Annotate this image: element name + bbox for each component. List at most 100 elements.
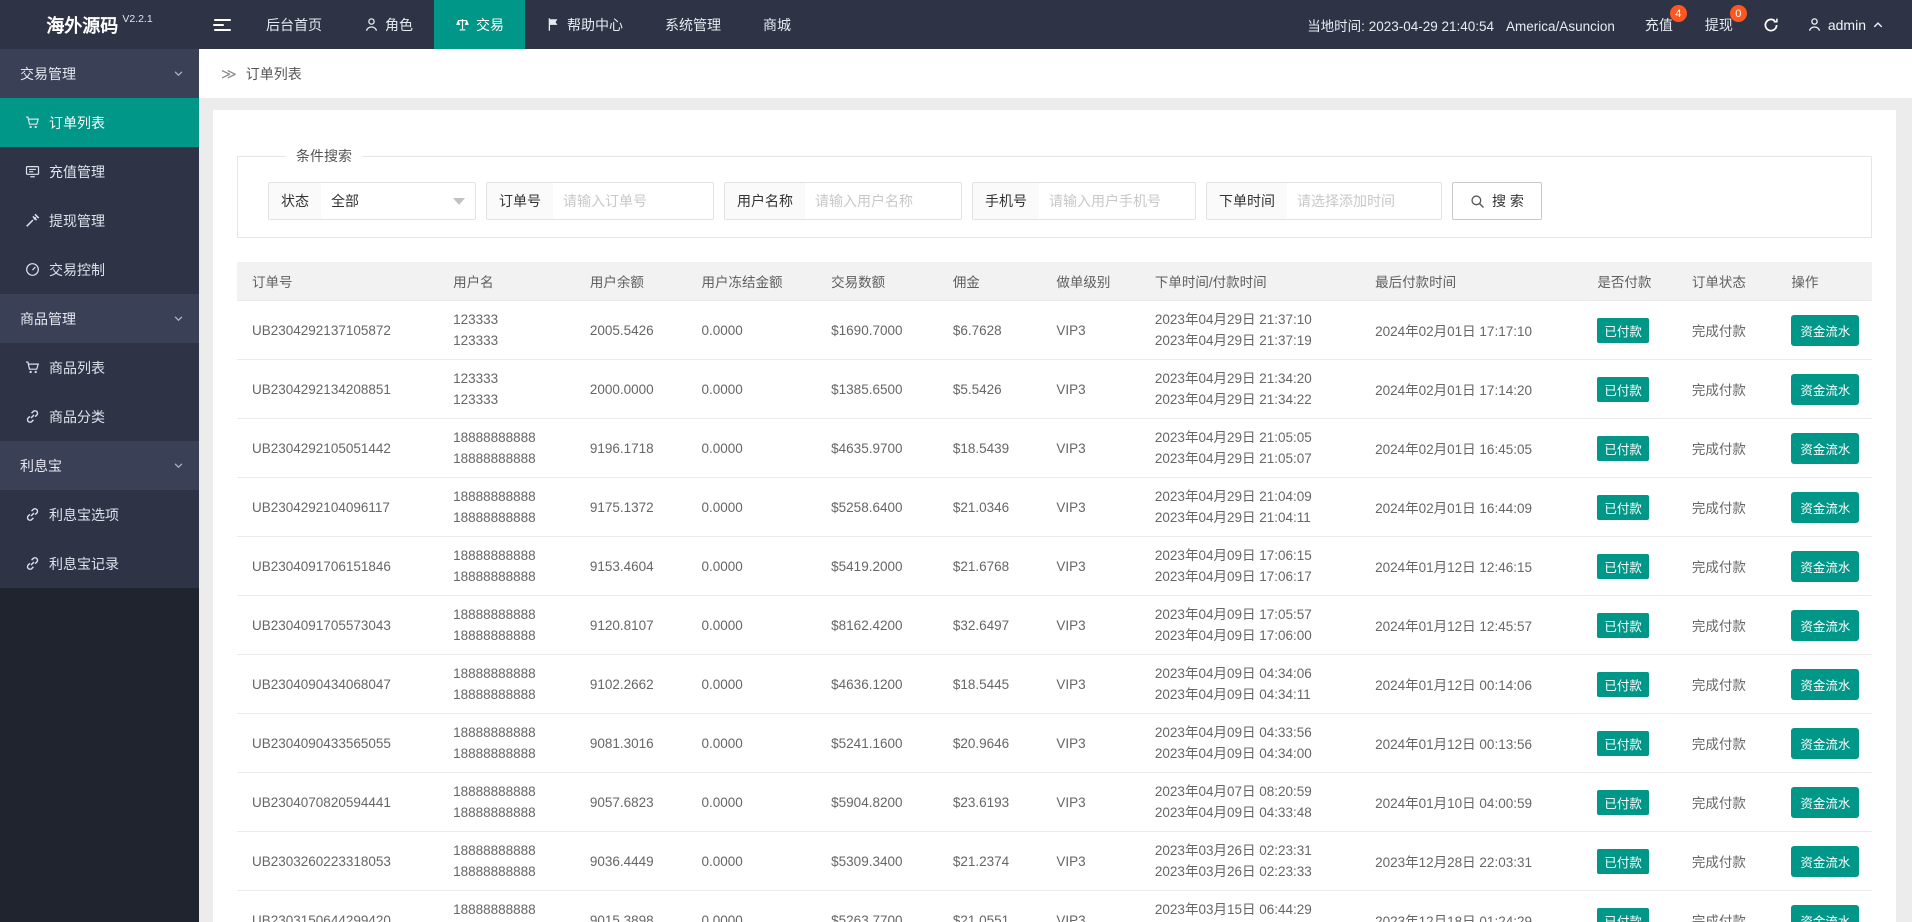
- topbar-right: 当地时间: 2023-04-29 21:40:54 America/Asuncio…: [1307, 0, 1912, 49]
- sidebar-item-商品列表[interactable]: 商品列表: [0, 343, 199, 392]
- amount-cell: $5419.2000: [816, 536, 938, 596]
- order-pay-time-cell: 2023年04月09日 04:34:06 2023年04月09日 04:34:11: [1139, 654, 1361, 714]
- action-cell: 资金流水: [1776, 890, 1872, 922]
- sidebar-item-订单列表[interactable]: 订单列表: [0, 98, 199, 147]
- table-row: UB23031506442994201888888888818888888888…: [237, 890, 1872, 922]
- phone-input[interactable]: [1039, 183, 1195, 219]
- table-row: UB2304091705573043 18888888888 18888888888…: [237, 595, 1872, 655]
- order-no-cell: UB2304070820594441: [237, 772, 439, 832]
- sidebar-item-商品分类[interactable]: 商品分类: [0, 392, 199, 441]
- order-time-input[interactable]: [1287, 183, 1441, 219]
- chevron-down-icon: [173, 68, 184, 79]
- level-cell: VIP3: [1041, 831, 1140, 891]
- topnav-item-系统管理[interactable]: 系统管理: [644, 0, 742, 49]
- commission-cell: $20.9646: [937, 713, 1042, 773]
- status-cell: 完成付款: [1676, 477, 1777, 537]
- order-pay-time-cell: 2023年04月09日 04:33:56 2023年04月09日 04:34:00: [1139, 713, 1361, 773]
- table-row: UB2304070820594441 18888888888 18888888888…: [237, 772, 1872, 832]
- topnav-item-后台首页[interactable]: 后台首页: [245, 0, 343, 49]
- order-no-cell: UB2304090433565055: [237, 713, 439, 773]
- user-cell: 123333 123333: [438, 359, 575, 419]
- commission-cell: $18.5439: [937, 418, 1042, 478]
- sidebar-group-交易管理[interactable]: 交易管理: [0, 49, 199, 98]
- gavel-icon: [25, 213, 40, 228]
- paid-cell: 已付款: [1582, 890, 1677, 922]
- topnav-item-商城[interactable]: 商城: [742, 0, 812, 49]
- select-caret-icon: [453, 197, 465, 205]
- column-header-订单状态: 订单状态: [1676, 262, 1777, 301]
- fund-flow-button[interactable]: 资金流水: [1791, 845, 1860, 877]
- search-button[interactable]: 搜 索: [1452, 182, 1542, 220]
- paid-badge: 已付款: [1597, 553, 1649, 579]
- sidebar-item-交易控制[interactable]: 交易控制: [0, 245, 199, 294]
- fund-flow-button[interactable]: 资金流水: [1791, 786, 1860, 818]
- fund-flow-button[interactable]: 资金流水: [1791, 432, 1860, 464]
- topnav-item-帮助中心[interactable]: 帮助中心: [525, 0, 644, 49]
- fund-flow-button[interactable]: 资金流水: [1791, 491, 1860, 523]
- fund-flow-button[interactable]: 资金流水: [1791, 727, 1860, 759]
- last-pay-time-cell: 2024年02月01日 16:44:09: [1360, 477, 1583, 537]
- status-cell: 完成付款: [1676, 536, 1777, 596]
- user-cell: 1888888888818888888888: [438, 654, 575, 714]
- sidebar-item-利息宝选项[interactable]: 利息宝选项: [0, 490, 199, 539]
- paid-cell: 已付款: [1582, 418, 1677, 478]
- frozen-cell: 0.0000: [686, 772, 817, 832]
- commission-cell: $21.0551: [937, 890, 1042, 922]
- table-header-row: 订单号 用户名 用户余额 用户冻结金额 交易数额 佣金 做单级别 下单时间/付款时间 最后付款时…: [237, 262, 1872, 301]
- fund-flow-button[interactable]: 资金流水: [1791, 314, 1860, 346]
- sidebar-group-商品管理[interactable]: 商品管理: [0, 294, 199, 343]
- user-name-input[interactable]: [805, 183, 961, 219]
- sidebar-group-label: 交易管理: [20, 65, 76, 82]
- commission-cell: $21.0346: [937, 477, 1042, 537]
- last-pay-time-cell: 2024年02月01日 17:17:10: [1360, 300, 1583, 360]
- recharge-link[interactable]: 充值 4: [1629, 0, 1689, 49]
- sidebar-group-利息宝[interactable]: 利息宝: [0, 441, 199, 490]
- withdraw-link[interactable]: 提现 0: [1689, 0, 1749, 49]
- commission-cell: $21.2374: [937, 831, 1042, 891]
- topnav-item-label: 角色: [385, 16, 413, 33]
- phone-filter: 手机号: [972, 182, 1196, 220]
- topnav-item-label: 系统管理: [665, 16, 721, 33]
- order-no-input[interactable]: [553, 183, 713, 219]
- action-cell: 资金流水: [1776, 595, 1872, 655]
- user-cell: 1888888888818888888888: [438, 418, 575, 478]
- table-row: UB2304292105051442 18888888888 18888888888…: [237, 418, 1872, 478]
- status-cell: 完成付款: [1676, 418, 1777, 478]
- fund-flow-button[interactable]: 资金流水: [1791, 609, 1860, 641]
- topnav-item-角色[interactable]: 角色: [343, 0, 434, 49]
- user-name: admin: [1827, 16, 1866, 33]
- fund-flow-button[interactable]: 资金流水: [1791, 904, 1860, 922]
- fund-flow-button[interactable]: 资金流水: [1791, 550, 1860, 582]
- column-header-用户余额: 用户余额: [574, 262, 687, 301]
- topnav-item-交易[interactable]: 交易: [434, 0, 525, 49]
- frozen-cell: 0.0000: [686, 477, 817, 537]
- status-select[interactable]: 全部: [321, 183, 475, 219]
- refresh-icon[interactable]: [1749, 0, 1793, 49]
- sidebar-item-label: 利息宝选项: [49, 506, 119, 523]
- user-menu[interactable]: admin: [1793, 0, 1894, 49]
- user-cell: 1888888888818888888888: [438, 831, 575, 891]
- commission-cell: $21.6768: [937, 536, 1042, 596]
- sidebar-item-充值管理[interactable]: 充值管理: [0, 147, 199, 196]
- hamburger-menu-icon[interactable]: [199, 0, 245, 49]
- breadcrumb-label: 订单列表: [245, 65, 302, 82]
- status-filter: 状态 全部: [268, 182, 476, 220]
- status-cell: 完成付款: [1676, 595, 1777, 655]
- level-cell: VIP3: [1041, 654, 1140, 714]
- amount-cell: $1385.6500: [816, 359, 938, 419]
- sidebar-item-利息宝记录[interactable]: 利息宝记录: [0, 539, 199, 588]
- main-area: ≫ 订单列表 条件搜索 状态 全部 订单号 请输入订单号 用户名称 请输入用户名…: [199, 49, 1912, 922]
- order-pay-time-cell: 2023年03月26日 02:23:31 2023年03月26日 02:23:33: [1139, 831, 1361, 891]
- search-legend: 条件搜索: [296, 148, 352, 164]
- fund-flow-button[interactable]: 资金流水: [1791, 668, 1860, 700]
- table-row: UB2304090433565055 18888888888 18888888888…: [237, 713, 1872, 773]
- fund-flow-button[interactable]: 资金流水: [1791, 373, 1860, 405]
- status-label: 状态: [269, 183, 321, 219]
- amount-cell: $5309.3400: [816, 831, 938, 891]
- balance-cell: 9015.3898: [574, 890, 687, 922]
- breadcrumb: ≫ 订单列表: [199, 49, 1912, 98]
- orders-table: 订单号 用户名 用户余额 用户冻结金额 交易数额 佣金 做单级别 下单时间/付款时间 最后付款时…: [237, 262, 1872, 922]
- sidebar-item-提现管理[interactable]: 提现管理: [0, 196, 199, 245]
- balance-cell: 9196.1718: [574, 418, 687, 478]
- action-cell: 资金流水: [1776, 359, 1872, 419]
